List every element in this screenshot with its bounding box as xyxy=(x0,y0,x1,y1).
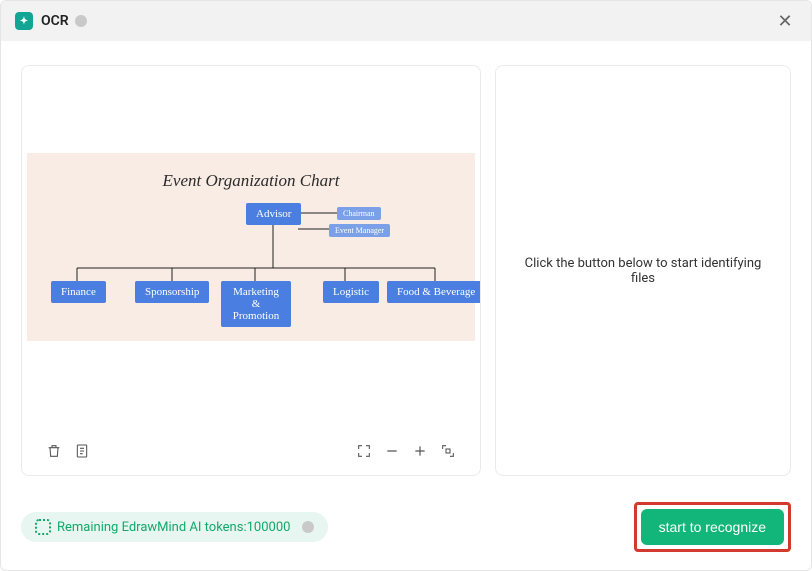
file-icon[interactable] xyxy=(68,437,96,465)
app-icon: ✦ xyxy=(15,12,33,30)
node-marketing: Marketing & Promotion xyxy=(221,281,291,327)
zoom-out-icon[interactable] xyxy=(378,437,406,465)
fit-icon[interactable] xyxy=(350,437,378,465)
panels: Event Organization Chart xyxy=(21,65,791,476)
tokens-pill[interactable]: Remaining EdrawMind AI tokens:100000 xyxy=(21,512,328,542)
result-placeholder: Click the button below to start identify… xyxy=(516,256,770,286)
zoom-in-icon[interactable] xyxy=(406,437,434,465)
tokens-label: Remaining EdrawMind AI tokens:100000 xyxy=(57,520,290,535)
close-icon[interactable]: ✕ xyxy=(773,9,797,33)
recognize-highlight: start to recognize xyxy=(634,502,791,552)
node-food: Food & Beverage xyxy=(387,281,481,303)
delete-icon[interactable] xyxy=(40,437,68,465)
start-recognize-button[interactable]: start to recognize xyxy=(641,509,784,545)
preview-panel: Event Organization Chart xyxy=(21,65,481,476)
chart-title: Event Organization Chart xyxy=(27,171,475,191)
node-event-manager: Event Manager xyxy=(329,224,390,237)
tokens-icon xyxy=(35,519,51,535)
preview-image: Event Organization Chart xyxy=(27,153,475,341)
node-advisor: Advisor xyxy=(246,203,301,225)
footer: Remaining EdrawMind AI tokens:100000 sta… xyxy=(21,502,791,552)
result-panel: Click the button below to start identify… xyxy=(495,65,791,476)
tokens-help-icon[interactable] xyxy=(302,521,314,533)
node-finance: Finance xyxy=(51,281,106,303)
ocr-dialog: ✦ OCR ✕ Event Organization Chart xyxy=(0,0,812,571)
preview-toolbar xyxy=(22,427,480,475)
node-sponsorship: Sponsorship xyxy=(135,281,209,303)
node-logistic: Logistic xyxy=(323,281,379,303)
titlebar: ✦ OCR ✕ xyxy=(1,1,811,41)
help-icon[interactable] xyxy=(75,15,87,27)
preview-area: Event Organization Chart xyxy=(22,66,480,427)
dialog-body: Event Organization Chart xyxy=(1,41,811,570)
dialog-title: OCR xyxy=(41,13,69,29)
fullscreen-icon[interactable] xyxy=(434,437,462,465)
node-chairman: Chairman xyxy=(337,207,381,220)
